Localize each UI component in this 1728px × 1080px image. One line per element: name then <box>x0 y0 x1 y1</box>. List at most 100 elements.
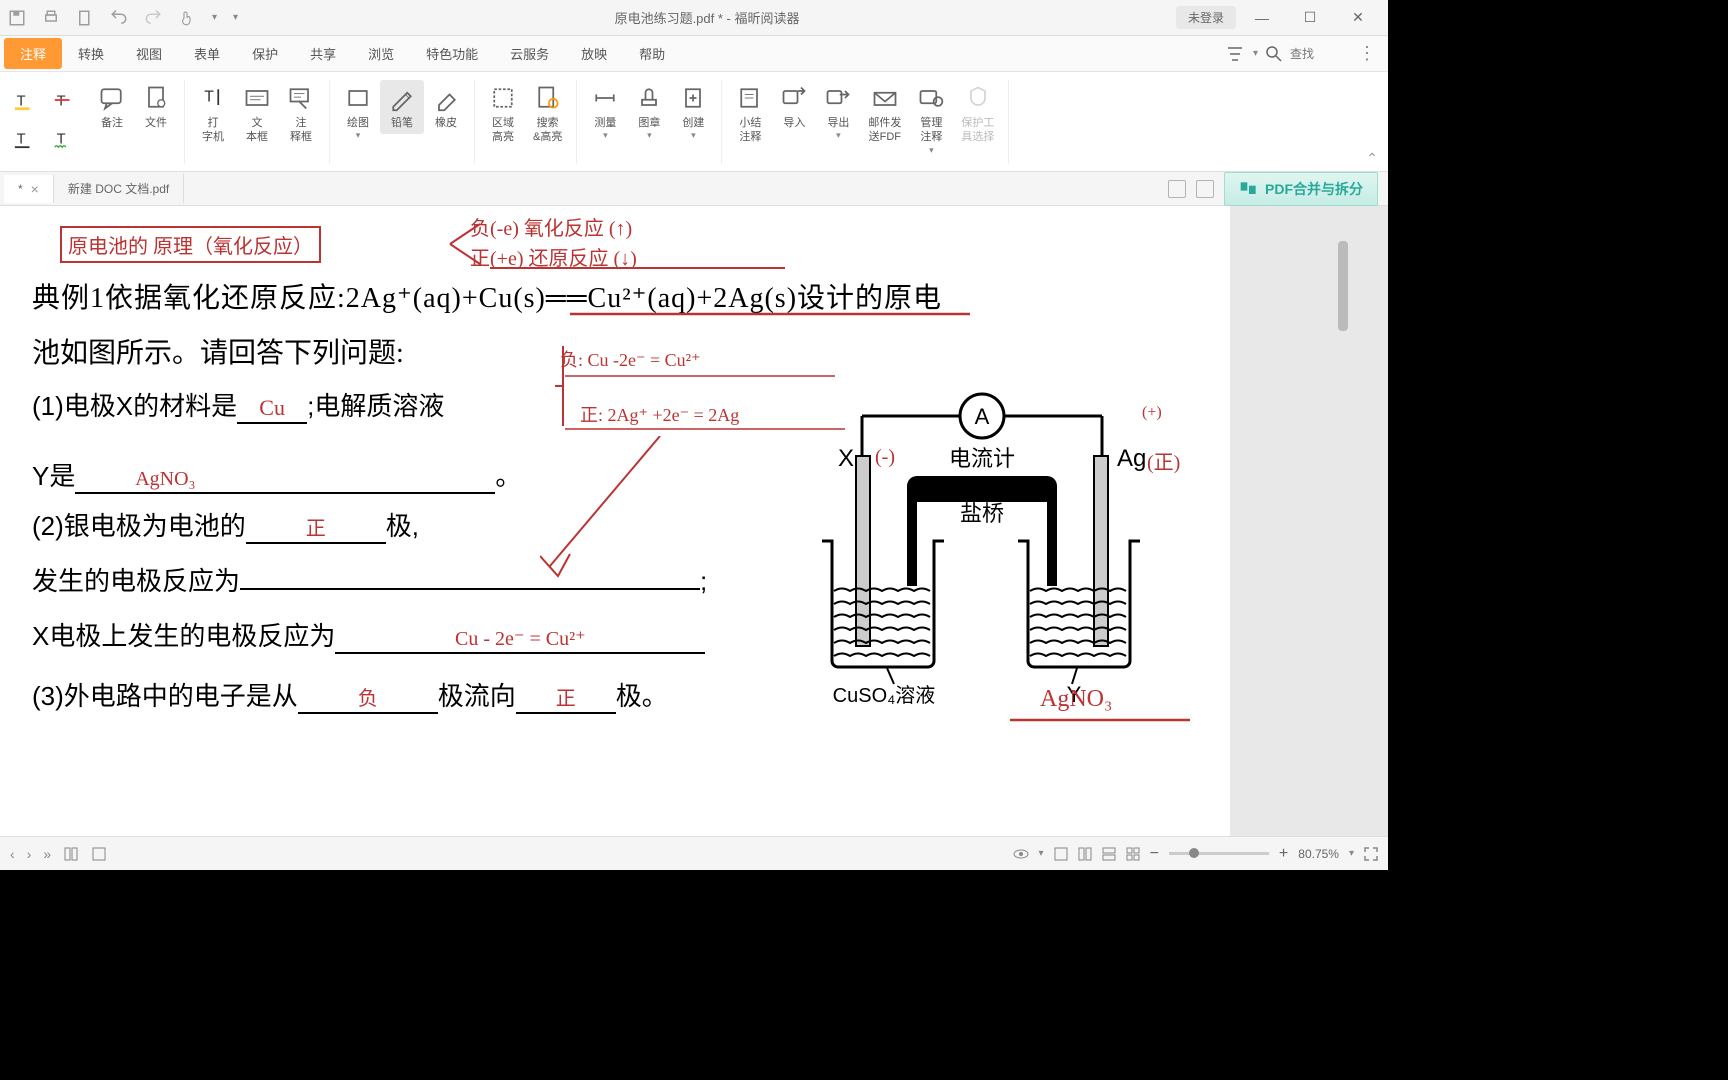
layout-4-icon[interactable] <box>1126 847 1140 861</box>
page-layout-icon-2[interactable] <box>91 846 107 862</box>
svg-text:A: A <box>975 404 990 429</box>
nav-next-icon[interactable]: › <box>27 846 32 862</box>
annotation-title: 原电池的 原理（氧化反应） <box>60 226 321 263</box>
zoom-level: 80.75% <box>1298 847 1339 861</box>
svg-text:T: T <box>17 94 26 110</box>
svg-text:T: T <box>17 132 26 148</box>
menu-annotate[interactable]: 注释 <box>4 38 62 69</box>
draw-shape-tool[interactable]: 绘图▾ <box>336 80 380 145</box>
svg-text:CuSO₄溶液: CuSO₄溶液 <box>833 684 936 706</box>
create-tool[interactable]: 创建▾ <box>671 80 715 145</box>
print-icon[interactable] <box>42 9 60 27</box>
page-layout-icon-1[interactable] <box>63 846 79 862</box>
svg-text:T: T <box>57 132 66 148</box>
file-attach-tool[interactable]: 文件 <box>134 80 178 134</box>
layout-1-icon[interactable] <box>1054 847 1068 861</box>
zoom-slider[interactable] <box>1169 852 1269 855</box>
typewriter-tool[interactable]: T打 字机 <box>191 80 235 149</box>
menu-cloud[interactable]: 云服务 <box>494 38 565 69</box>
search-input[interactable] <box>1290 47 1350 61</box>
summary-tool[interactable]: 小结 注释 <box>728 80 772 149</box>
filter-icon[interactable] <box>1225 44 1245 64</box>
minimize-button[interactable]: — <box>1240 3 1284 33</box>
email-fdf-tool[interactable]: 邮件发 送FDF <box>860 80 909 149</box>
callout-tool[interactable]: 注 释框 <box>279 80 323 149</box>
galvanic-cell-diagram: A 电流计 盐桥 <box>812 366 1152 706</box>
statusbar: ‹ › » ▾ − + 80.75% ▾ <box>0 836 1388 870</box>
annotation-minus: (-) <box>875 446 895 469</box>
new-doc-icon[interactable] <box>76 9 94 27</box>
squiggly-icon[interactable]: T <box>48 122 80 154</box>
menu-browse[interactable]: 浏览 <box>352 38 410 69</box>
menu-present[interactable]: 放映 <box>565 38 623 69</box>
pdf-merge-split-button[interactable]: PDF合并与拆分 <box>1224 172 1378 206</box>
ribbon-toolbar: T T T T 备注 文件 T打 字机 文 本框 注 释框 绘图▾ 铅笔 橡皮 … <box>0 72 1388 172</box>
fullscreen-icon[interactable] <box>1364 847 1378 861</box>
svg-text:Ag: Ag <box>1117 445 1146 472</box>
question-line1b: 池如图所示。请回答下列问题: <box>32 331 404 371</box>
menu-protect[interactable]: 保护 <box>236 38 294 69</box>
titlebar: ▾ ▾ 原电池练习题.pdf * - 福昕阅读器 未登录 — ☐ ✕ <box>0 0 1388 36</box>
svg-text:电流计: 电流计 <box>949 446 1015 471</box>
question-2: (1)电极X的材料是Cu;电解质溶液 <box>32 386 444 424</box>
svg-text:T: T <box>57 94 66 110</box>
svg-text:X: X <box>838 445 854 472</box>
annotation-plus: (正) <box>1147 446 1180 475</box>
layout-2-icon[interactable] <box>1078 847 1092 861</box>
annotation-agno3-2: AgNO₃ <box>1040 686 1112 713</box>
redo-icon[interactable] <box>144 9 162 27</box>
menu-features[interactable]: 特色功能 <box>410 38 494 69</box>
nav-prev-icon[interactable]: ‹ <box>10 846 15 862</box>
import-tool[interactable]: 导入 <box>772 80 816 134</box>
hand-icon[interactable] <box>178 9 196 27</box>
search-highlight-tool[interactable]: 搜索 &高亮 <box>525 80 570 149</box>
manage-annot-tool[interactable]: 管理 注释▾ <box>909 80 953 160</box>
list-view-icon[interactable] <box>1196 180 1214 198</box>
note-tool[interactable]: 备注 <box>90 80 134 134</box>
undo-icon[interactable] <box>110 9 128 27</box>
eraser-tool[interactable]: 橡皮 <box>424 80 468 134</box>
eye-icon[interactable] <box>1013 846 1029 862</box>
export-tool[interactable]: 导出▾ <box>816 80 860 145</box>
menu-help[interactable]: 帮助 <box>623 38 681 69</box>
login-button[interactable]: 未登录 <box>1176 6 1236 29</box>
quick-access-toolbar: ▾ ▾ <box>8 9 238 27</box>
strikethrough-icon[interactable]: T <box>48 84 80 116</box>
zoom-out-button[interactable]: − <box>1150 845 1159 863</box>
stamp-tool[interactable]: 图章▾ <box>627 80 671 145</box>
collapse-ribbon-icon[interactable]: ⌃ <box>1366 150 1378 167</box>
document-viewport[interactable]: 原电池的 原理（氧化反应） 负(-e) 氧化反应 (↑) 正(+e) 还原反应 … <box>0 206 1388 836</box>
question-3: Y是AgNO₃。 <box>32 456 521 494</box>
menu-convert[interactable]: 转换 <box>62 38 120 69</box>
window-title: 原电池练习题.pdf * - 福昕阅读器 <box>238 8 1176 27</box>
menubar: 注释 转换 视图 表单 保护 共享 浏览 特色功能 云服务 放映 帮助 ▾ ⋮ <box>0 36 1388 72</box>
area-highlight-tool[interactable]: 区域 高亮 <box>481 80 525 149</box>
annotation-plus2: (+) <box>1142 404 1162 422</box>
maximize-button[interactable]: ☐ <box>1288 3 1332 33</box>
measure-tool[interactable]: 测量▾ <box>583 80 627 145</box>
save-icon[interactable] <box>8 9 26 27</box>
protect-tool[interactable]: 保护工 具选择 <box>953 80 1002 149</box>
layout-3-icon[interactable] <box>1102 847 1116 861</box>
question-4: (2)银电极为电池的正极, <box>32 506 419 544</box>
menu-share[interactable]: 共享 <box>294 38 352 69</box>
text-highlight-icon[interactable]: T <box>8 84 40 116</box>
pencil-tool[interactable]: 铅笔 <box>380 80 424 134</box>
search-icon[interactable] <box>1266 46 1282 62</box>
close-tab-icon[interactable]: × <box>31 181 39 197</box>
tab-doc2[interactable]: 新建 DOC 文档.pdf <box>54 174 184 203</box>
menu-form[interactable]: 表单 <box>178 38 236 69</box>
zoom-in-button[interactable]: + <box>1279 845 1288 863</box>
tab-doc1[interactable]: * × <box>4 175 54 203</box>
scrollbar-thumb[interactable] <box>1338 241 1348 331</box>
underline-icon[interactable]: T <box>8 122 40 154</box>
question-6: X电极上发生的电极反应为Cu - 2e⁻ = Cu²⁺ <box>32 616 705 654</box>
grid-view-icon[interactable] <box>1168 180 1186 198</box>
nav-fast-icon[interactable]: » <box>43 846 51 862</box>
textbox-tool[interactable]: 文 本框 <box>235 80 279 149</box>
question-7: (3)外电路中的电子是从负极流向正极。 <box>32 676 668 714</box>
menu-view[interactable]: 视图 <box>120 38 178 69</box>
more-icon[interactable]: ⋮ <box>1358 43 1376 64</box>
svg-text:T: T <box>204 89 214 106</box>
close-button[interactable]: ✕ <box>1336 3 1380 33</box>
